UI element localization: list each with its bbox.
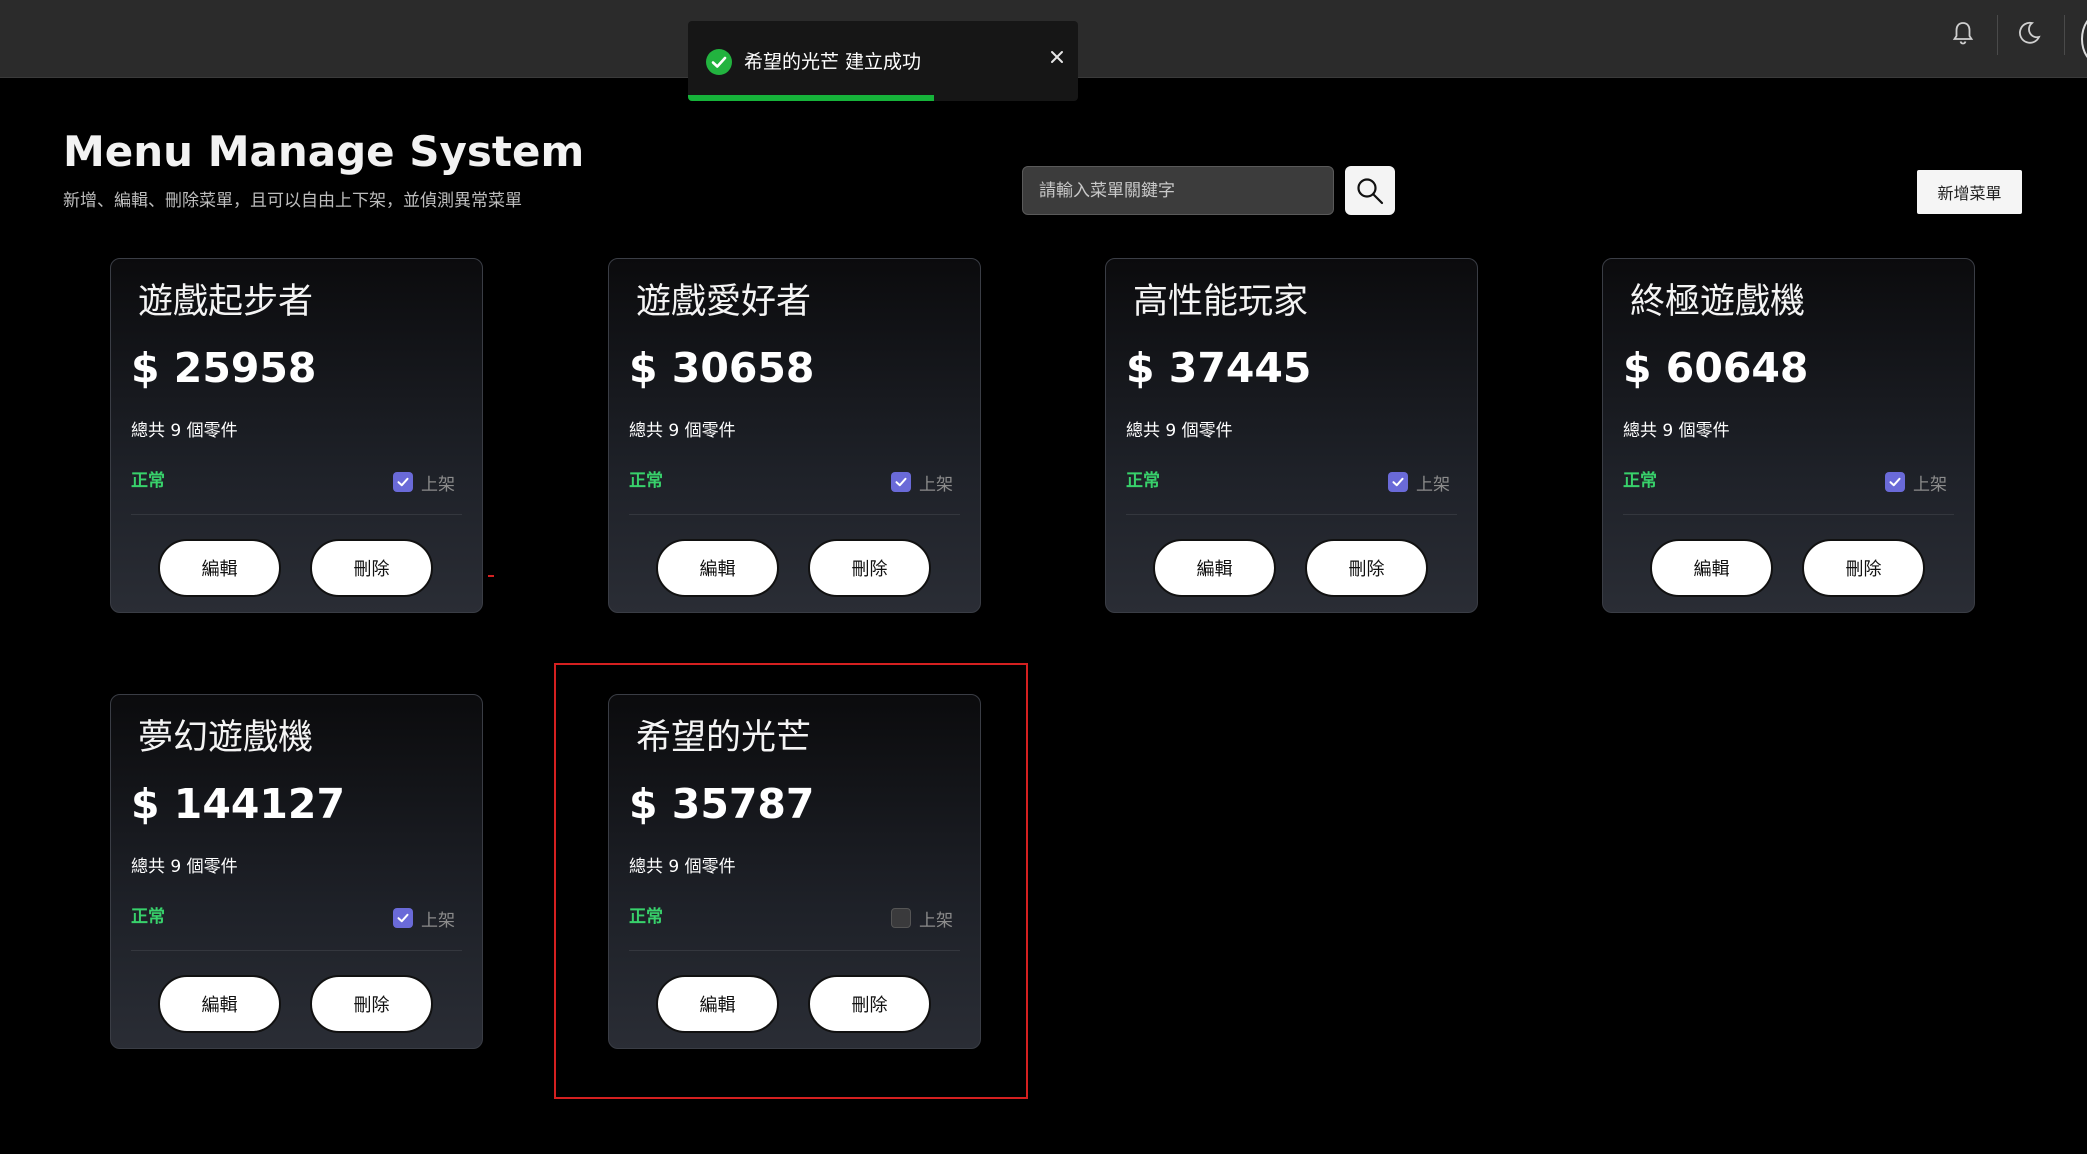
toolbar-divider xyxy=(2064,15,2065,55)
edit-button[interactable]: 編輯 xyxy=(158,975,281,1033)
menu-name: 終極遊戲機 xyxy=(1630,282,1806,322)
search-button[interactable] xyxy=(1345,166,1395,215)
check-icon xyxy=(1889,477,1901,487)
menu-card: 遊戲起步者 $ 25958 總共 9 個零件 正常 上架編輯 刪除 xyxy=(110,258,483,613)
highlight-box xyxy=(554,663,1028,1099)
menu-parts-count: 總共 9 個零件 xyxy=(131,421,238,441)
close-icon[interactable] xyxy=(1049,49,1065,65)
search-icon xyxy=(1357,177,1384,204)
menu-name: 高性能玩家 xyxy=(1133,282,1309,322)
check-icon xyxy=(1392,477,1404,487)
edit-button[interactable]: 編輯 xyxy=(1153,539,1276,597)
listed-label: 上架 xyxy=(919,474,953,495)
menu-price: $ 25958 xyxy=(131,344,317,392)
listed-checkbox[interactable] xyxy=(1885,472,1905,492)
stray-mark xyxy=(488,575,494,577)
delete-button[interactable]: 刪除 xyxy=(1305,539,1428,597)
toast-message: 希望的光芒 建立成功 xyxy=(744,51,922,73)
listed-label: 上架 xyxy=(1416,474,1450,495)
menu-parts-count: 總共 9 個零件 xyxy=(629,421,736,441)
menu-card: 夢幻遊戲機 $ 144127 總共 9 個零件 正常 上架編輯 刪除 xyxy=(110,694,483,1049)
page-subtitle: 新增、編輯、刪除菜單，且可以自由上下架，並偵測異常菜單 xyxy=(63,191,522,211)
check-icon xyxy=(397,913,409,923)
card-divider xyxy=(1623,514,1954,515)
menu-price: $ 30658 xyxy=(629,344,815,392)
menu-name: 遊戲起步者 xyxy=(138,282,314,322)
card-divider xyxy=(131,514,462,515)
menu-card: 終極遊戲機 $ 60648 總共 9 個零件 正常 上架編輯 刪除 xyxy=(1602,258,1975,613)
menu-parts-count: 總共 9 個零件 xyxy=(131,857,238,877)
menu-name: 遊戲愛好者 xyxy=(636,282,812,322)
menu-price: $ 144127 xyxy=(131,780,345,828)
avatar[interactable] xyxy=(2081,14,2087,64)
status-label: 正常 xyxy=(1623,471,1657,491)
listed-checkbox[interactable] xyxy=(393,908,413,928)
success-toast: 希望的光芒 建立成功 xyxy=(688,21,1078,101)
delete-button[interactable]: 刪除 xyxy=(310,975,433,1033)
menu-card: 高性能玩家 $ 37445 總共 9 個零件 正常 上架編輯 刪除 xyxy=(1105,258,1478,613)
menu-name: 夢幻遊戲機 xyxy=(138,718,314,758)
search-input[interactable] xyxy=(1022,166,1334,215)
status-label: 正常 xyxy=(131,471,165,491)
card-divider xyxy=(1126,514,1457,515)
add-menu-button[interactable]: 新增菜單 xyxy=(1917,170,2022,214)
listed-checkbox[interactable] xyxy=(393,472,413,492)
menu-card: 遊戲愛好者 $ 30658 總共 9 個零件 正常 上架編輯 刪除 xyxy=(608,258,981,613)
delete-button[interactable]: 刪除 xyxy=(1802,539,1925,597)
listed-toggle[interactable]: 上架 xyxy=(891,471,953,495)
listed-label: 上架 xyxy=(1913,474,1947,495)
moon-icon[interactable] xyxy=(2014,18,2044,48)
check-icon xyxy=(895,477,907,487)
listed-label: 上架 xyxy=(421,474,455,495)
listed-toggle[interactable]: 上架 xyxy=(1388,471,1450,495)
edit-button[interactable]: 編輯 xyxy=(1650,539,1773,597)
bell-icon[interactable] xyxy=(1948,18,1978,48)
status-label: 正常 xyxy=(1126,471,1160,491)
page-title: Menu Manage System xyxy=(63,127,585,176)
menu-parts-count: 總共 9 個零件 xyxy=(1623,421,1730,441)
status-label: 正常 xyxy=(131,907,165,927)
toast-progress-bar xyxy=(688,95,934,101)
listed-checkbox[interactable] xyxy=(1388,472,1408,492)
delete-button[interactable]: 刪除 xyxy=(310,539,433,597)
toolbar-divider xyxy=(1997,15,1998,55)
listed-checkbox[interactable] xyxy=(891,472,911,492)
listed-label: 上架 xyxy=(421,910,455,931)
edit-button[interactable]: 編輯 xyxy=(656,539,779,597)
status-label: 正常 xyxy=(629,471,663,491)
menu-price: $ 60648 xyxy=(1623,344,1809,392)
delete-button[interactable]: 刪除 xyxy=(808,539,931,597)
menu-price: $ 37445 xyxy=(1126,344,1312,392)
listed-toggle[interactable]: 上架 xyxy=(393,907,455,931)
check-circle-icon xyxy=(706,49,732,75)
card-divider xyxy=(131,950,462,951)
check-icon xyxy=(397,477,409,487)
listed-toggle[interactable]: 上架 xyxy=(1885,471,1947,495)
menu-parts-count: 總共 9 個零件 xyxy=(1126,421,1233,441)
listed-toggle[interactable]: 上架 xyxy=(393,471,455,495)
card-divider xyxy=(629,514,960,515)
edit-button[interactable]: 編輯 xyxy=(158,539,281,597)
